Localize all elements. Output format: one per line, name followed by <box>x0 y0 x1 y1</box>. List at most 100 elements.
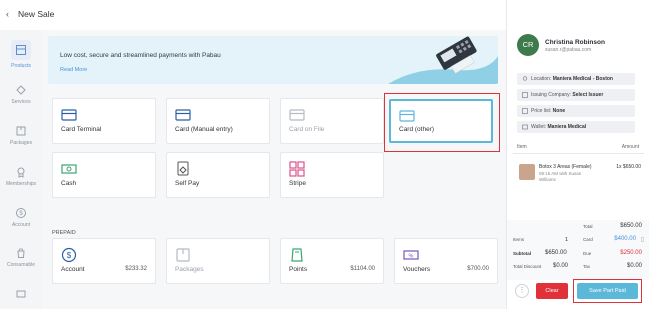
payment-label: Vouchers <box>403 266 431 273</box>
sidebar-item-services[interactable]: Services <box>0 84 42 120</box>
svg-text:$: $ <box>67 251 72 260</box>
page-title: New Sale <box>18 9 55 19</box>
totals-section: Total $650.00 Items 1 Card $400.00 ▯ Sub… <box>507 220 649 280</box>
sidebar-item-label: Services <box>11 99 31 105</box>
payment-card-other[interactable]: Card (other) <box>389 99 493 143</box>
company-icon <box>522 92 528 98</box>
payment-label: Self Pay <box>175 180 200 187</box>
issuing-company-info[interactable]: Issuing Company: Select Issuer <box>517 89 635 101</box>
self-pay-icon <box>177 161 189 176</box>
balance-amount: $233.32 <box>125 266 147 272</box>
sidebar-item-packages[interactable]: Packages <box>0 125 42 161</box>
payment-label: Card Terminal <box>61 126 102 133</box>
card-terminal-illustration-icon <box>388 36 498 84</box>
payment-stripe[interactable]: Stripe <box>280 152 384 198</box>
consumable-icon <box>17 248 25 258</box>
location-info[interactable]: Location: Maniera Medical - Boston <box>517 73 635 85</box>
dollar-icon: $ <box>61 247 77 263</box>
package-icon <box>176 248 190 262</box>
sidebar-item-label: Account <box>11 222 31 228</box>
delete-icon[interactable]: ▯ <box>641 236 644 243</box>
sidebar-item-label: Packages <box>10 140 32 146</box>
location-icon <box>522 76 528 81</box>
avatar[interactable]: CR <box>517 34 539 56</box>
read-more-link[interactable]: Read More <box>60 67 87 73</box>
stripe-icon <box>289 161 305 177</box>
sale-summary-panel: CR Christina Robinson susan.r@pabau.com … <box>506 0 649 309</box>
wallet-icon <box>522 124 528 130</box>
sidebar: Products Services Packages Memberships $… <box>0 30 42 309</box>
sidebar-item-more[interactable] <box>0 288 42 309</box>
more-icon <box>16 290 26 298</box>
tax-label: Tax <box>583 264 591 269</box>
card-label: Card <box>583 237 593 242</box>
balance-amount: $700.00 <box>467 266 489 272</box>
card-icon <box>61 109 77 121</box>
discount-label: Total Discount <box>513 264 542 269</box>
price-list-value: None <box>552 108 566 114</box>
payment-self-pay[interactable]: Self Pay <box>166 152 270 198</box>
payment-area: Low cost, secure and streamlined payment… <box>42 30 506 309</box>
line-item-name[interactable]: Botox 3 Areas (Female) <box>539 164 592 170</box>
prepaid-account[interactable]: $ Account $233.32 <box>52 238 156 284</box>
more-options-button[interactable]: ⋮ <box>515 284 529 298</box>
payment-label: Card (other) <box>399 126 435 133</box>
product-thumbnail <box>519 164 535 180</box>
sidebar-item-label: Products <box>11 63 31 69</box>
account-icon: $ <box>16 208 26 218</box>
issuing-value: Select Issuer <box>572 92 604 98</box>
cash-icon <box>61 164 77 174</box>
sidebar-item-label: Consumable <box>6 262 36 268</box>
sidebar-item-consumable[interactable]: Consumable <box>0 247 42 283</box>
total-label: Total <box>583 224 593 229</box>
location-label: Location: <box>531 76 552 82</box>
payment-label: Cash <box>61 180 77 187</box>
clear-button[interactable]: Clear <box>536 283 568 299</box>
memberships-icon <box>17 167 25 178</box>
chevron-left-icon[interactable]: ‹ <box>6 9 9 19</box>
sidebar-item-account[interactable]: $ Account <box>0 207 42 243</box>
sidebar-item-products[interactable]: Products <box>0 40 42 76</box>
issuing-label: Issuing Company: <box>531 92 572 98</box>
prepaid-heading: PREPAID <box>52 230 76 236</box>
payment-label: Card on File <box>289 126 325 133</box>
voucher-icon: % <box>403 250 419 260</box>
divider <box>513 153 644 154</box>
services-icon <box>16 85 26 95</box>
payment-cash[interactable]: Cash <box>52 152 156 198</box>
wallet-info[interactable]: Wallet: Maniera Medical <box>517 121 635 133</box>
prepaid-points[interactable]: Points $1104.00 <box>280 238 384 284</box>
promo-banner: Low cost, secure and streamlined payment… <box>48 36 498 84</box>
card-value[interactable]: $400.00 <box>614 236 636 242</box>
total-value: $650.00 <box>620 223 642 229</box>
line-item-meta: 09:15 AM with Susan Williams <box>539 171 582 182</box>
payment-card-terminal[interactable]: Card Terminal <box>52 98 156 144</box>
wallet-label: Wallet: <box>531 124 547 130</box>
items-value: 1 <box>565 237 569 243</box>
sidebar-item-memberships[interactable]: Memberships <box>0 166 42 202</box>
price-list-info[interactable]: Price list: None <box>517 105 635 117</box>
banner-text: Low cost, secure and streamlined payment… <box>60 52 221 59</box>
payment-card-on-file[interactable]: Card on File <box>280 98 384 144</box>
line-item-amount: 1x $650.00 <box>616 164 641 170</box>
balance-amount: $1104.00 <box>350 266 375 272</box>
subtotal-label: Subtotal <box>513 251 531 256</box>
prepaid-packages[interactable]: Packages <box>166 238 270 284</box>
save-part-paid-button[interactable]: Save Part Paid <box>577 283 638 299</box>
amount-column-header: Amount <box>621 144 639 150</box>
item-column-header: Item <box>517 144 527 150</box>
wallet-value: Maniera Medical <box>547 124 587 130</box>
discount-value: $0.00 <box>553 263 569 269</box>
due-value: $250.00 <box>620 250 642 256</box>
price-list-icon <box>522 108 528 114</box>
products-icon <box>11 40 31 60</box>
payment-card-manual[interactable]: Card (Manual entry) <box>166 98 270 144</box>
payment-label: Account <box>61 266 85 273</box>
prepaid-vouchers[interactable]: % Vouchers $700.00 <box>394 238 498 284</box>
due-label: Due <box>583 251 592 256</box>
location-value: Maniera Medical - Boston <box>552 76 613 82</box>
subtotal-value: $650.00 <box>545 250 567 256</box>
client-name: Christina Robinson <box>545 39 605 46</box>
payment-label: Card (Manual entry) <box>175 126 233 133</box>
packages-icon <box>16 126 26 136</box>
